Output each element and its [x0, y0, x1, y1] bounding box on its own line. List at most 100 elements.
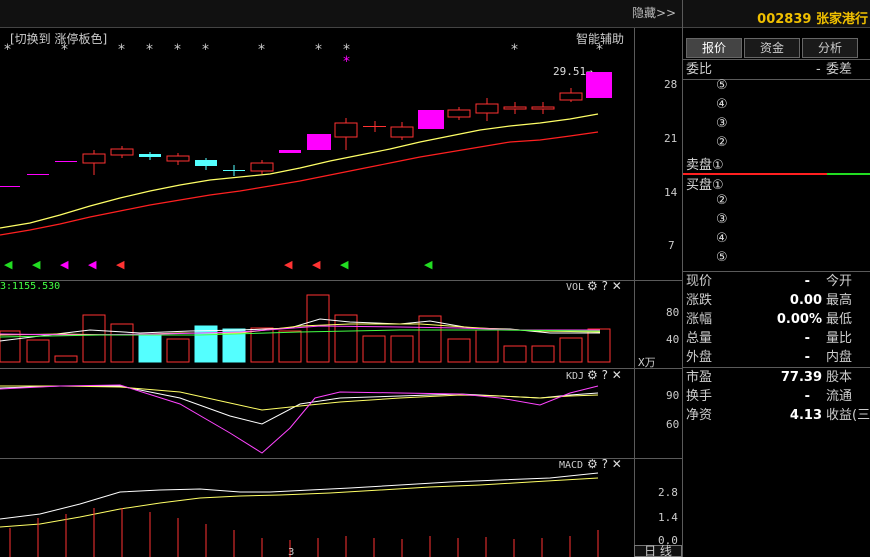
price-axis-label: 21 [664, 132, 678, 145]
chart-axis-divider [634, 28, 635, 557]
bid-level-4: ④ [716, 231, 728, 246]
candle [250, 162, 274, 172]
quote-value: - [804, 331, 810, 346]
star-marker: * [343, 54, 350, 70]
weicha-label: 委差 [826, 62, 853, 77]
fund-label: 市盈 [686, 370, 713, 385]
sell-arrow: ◀ [88, 258, 97, 271]
weibi-row: 委比 - 委差 [686, 60, 866, 79]
volume-bar [447, 338, 471, 363]
star-marker: * [511, 42, 518, 58]
macd-dif-line [0, 472, 599, 520]
gear-icon[interactable]: ⚙ [587, 279, 598, 293]
volume-bar [475, 329, 499, 363]
close-icon[interactable]: ✕ [612, 368, 622, 382]
quote-value: - [804, 350, 810, 365]
candle [503, 106, 527, 110]
volume-bar [306, 294, 330, 363]
star-marker: * [118, 42, 125, 58]
fund-row-pe: 市盈 77.39 股本 [686, 368, 870, 387]
volume-bar [26, 339, 50, 363]
buy-arrow: ◀ [340, 258, 349, 271]
close-icon[interactable]: ✕ [612, 279, 622, 293]
quote-label: 涨幅 [686, 312, 713, 327]
volume-bar [194, 325, 218, 363]
quote-value: 0.00 [789, 293, 822, 308]
candle [139, 154, 161, 157]
quote-label: 涨跌 [686, 293, 713, 308]
tab-quote[interactable]: 报价 [686, 38, 742, 58]
hide-panel-button[interactable]: 隐藏>> [632, 4, 680, 22]
help-icon[interactable]: ? [602, 279, 608, 293]
star-marker: * [596, 42, 603, 58]
candle [279, 150, 301, 153]
star-marker: * [258, 42, 265, 58]
help-icon[interactable]: ? [602, 457, 608, 471]
vol-indicator-name: VOL [566, 282, 585, 293]
buy-arrow: ◀ [32, 258, 41, 271]
fund-value: - [804, 389, 810, 404]
star-marker: * [4, 42, 11, 58]
candles [0, 72, 612, 187]
buy-label: 买盘 [686, 178, 713, 193]
gear-icon[interactable]: ⚙ [587, 368, 598, 382]
candle [418, 110, 444, 129]
vol-tools: ⚙ ? ✕ [587, 279, 622, 293]
sell-arrow: ◀ [116, 258, 125, 271]
tab-analysis[interactable]: 分析 [802, 38, 858, 58]
help-icon[interactable]: ? [602, 368, 608, 382]
close-icon[interactable]: ✕ [612, 457, 622, 471]
bid-level-5: ⑤ [716, 250, 728, 265]
volume-bar [531, 345, 555, 363]
volume-bar [166, 338, 190, 363]
candle [586, 72, 612, 98]
quote-label: 总量 [686, 331, 713, 346]
volume-bar [138, 334, 162, 363]
quote-row-pct: 涨幅 0.00% 最低 [686, 310, 870, 329]
bid-level-1: ① [712, 178, 724, 193]
ask-level-1: ① [712, 158, 724, 173]
bid-ask-divider-green [827, 173, 870, 175]
ask-level-4: ④ [716, 97, 728, 112]
sell-arrow: ◀ [284, 258, 293, 271]
kdj-indicator-name: KDJ [566, 371, 585, 382]
price-axis-label: 7 [668, 239, 675, 252]
ask-level-2: ② [716, 135, 728, 150]
tab-capital[interactable]: 资金 [744, 38, 800, 58]
ask-level-5: ⑤ [716, 78, 728, 93]
gear-icon[interactable]: ⚙ [587, 457, 598, 471]
kline-chart-canvas[interactable]: * * * * * * * * * * * * ◀ ◀ ◀ ◀ ◀ ◀ ◀ ◀ … [0, 28, 634, 557]
ma-long-line [0, 131, 599, 236]
volume-bar [362, 335, 386, 363]
stock-title: 002839 张家港行 [686, 8, 868, 27]
kdj-tools: ⚙ ? ✕ [587, 368, 622, 382]
quote-label-right: 量比 [826, 331, 853, 346]
volume-bar [0, 330, 21, 363]
kdj-j-line [0, 384, 599, 454]
weibi-value: - [816, 62, 821, 77]
bid-level-3: ③ [716, 212, 728, 227]
star-marker: * [61, 42, 68, 58]
panel-divider-line [683, 79, 870, 80]
macd-axis-label: 1.4 [658, 511, 678, 524]
quote-label-right: 最高 [826, 293, 853, 308]
fund-label-right: 股本 [826, 370, 853, 385]
macd-axis-label: 2.8 [658, 486, 678, 499]
macd-indicator-name: MACD [559, 460, 584, 471]
candle [334, 122, 358, 138]
volume-bar [587, 328, 611, 363]
fund-label: 换手 [686, 389, 713, 404]
macd-tools: ⚙ ? ✕ [587, 457, 622, 471]
kdj-k-line [0, 385, 599, 425]
quote-label-right: 内盘 [826, 350, 853, 365]
stock-code: 002839 [757, 12, 812, 27]
quote-row-change: 涨跌 0.00 最高 [686, 291, 870, 310]
volume-bar [278, 330, 302, 363]
quote-row-volume: 总量 - 量比 [686, 329, 870, 348]
fund-row-turnover: 换手 - 流通 [686, 387, 870, 406]
volume-bar [390, 335, 414, 363]
stock-name: 张家港行 [815, 12, 868, 27]
candle [475, 103, 499, 114]
period-tab-daily[interactable]: 日 线 [634, 545, 682, 557]
macd-histogram [9, 508, 599, 557]
